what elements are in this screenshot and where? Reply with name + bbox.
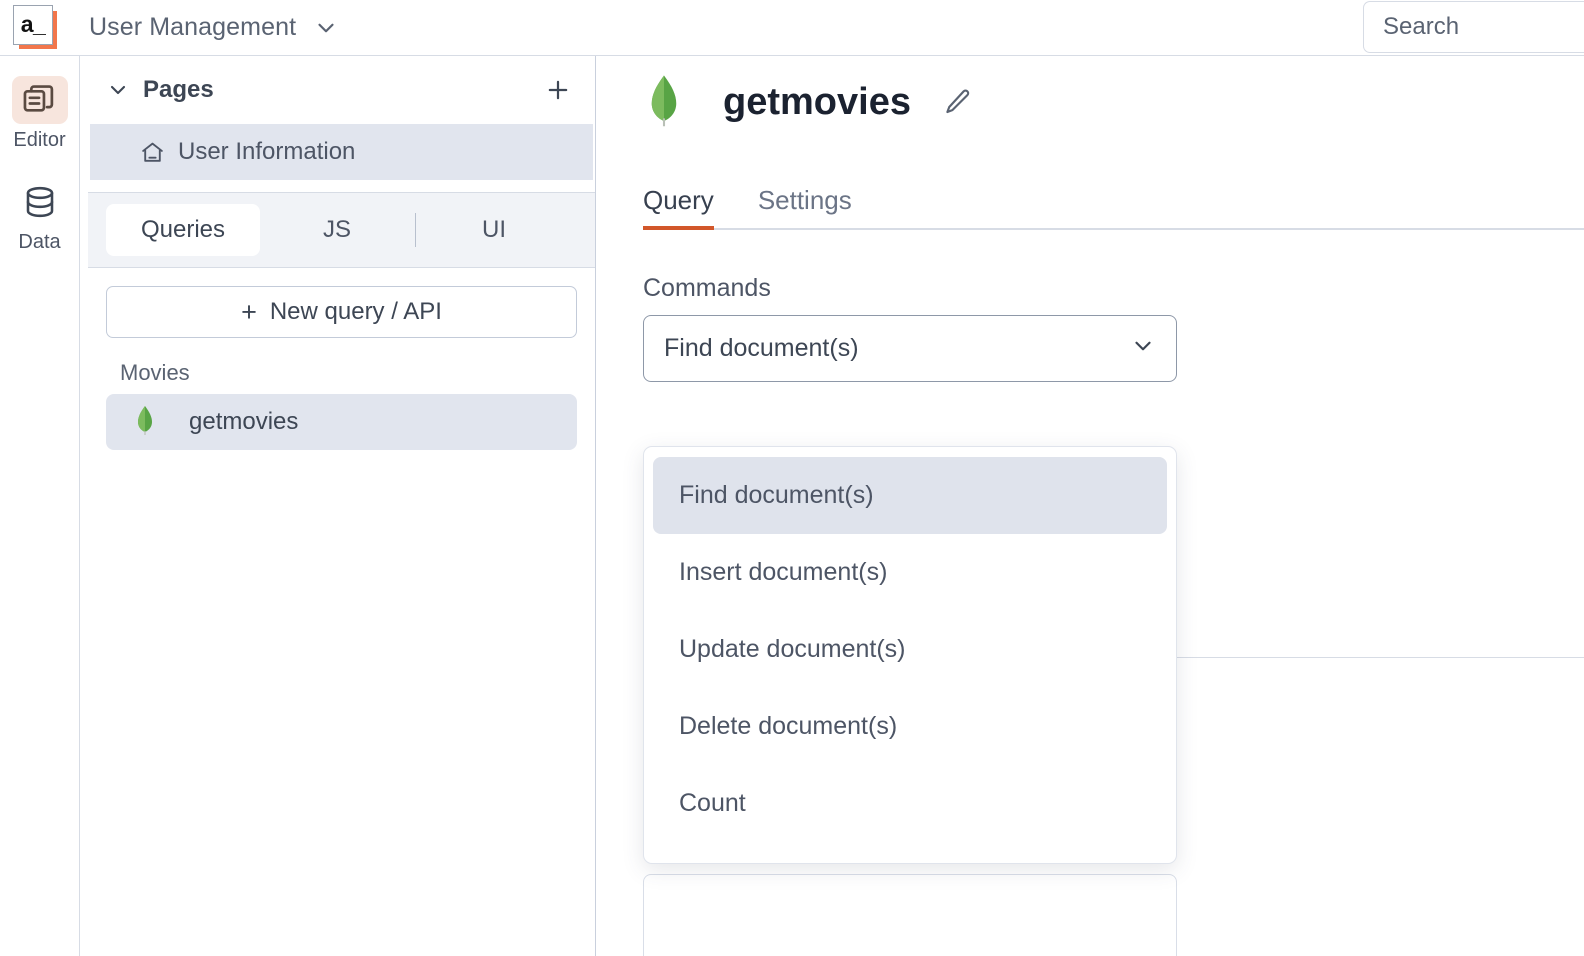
mongodb-leaf-icon [132, 405, 158, 440]
page-title: getmovies [723, 81, 911, 124]
search-placeholder: Search [1383, 13, 1459, 41]
rail-item-data[interactable]: Data [4, 178, 76, 254]
query-item-getmovies[interactable]: getmovies [106, 394, 577, 450]
database-icon [12, 178, 68, 226]
rail-label-data: Data [18, 231, 60, 254]
top-header: a_ User Management Search [0, 0, 1584, 56]
commands-dropdown: Find document(s) Insert document(s) Upda… [643, 446, 1177, 864]
tab-queries[interactable]: Queries [106, 204, 260, 256]
dropdown-option-label: Update document(s) [679, 635, 906, 664]
query-body-panel [643, 874, 1177, 956]
tab-queries-label: Queries [141, 216, 225, 244]
mongodb-leaf-icon [643, 73, 685, 132]
dropdown-option-update[interactable]: Update document(s) [653, 611, 1167, 688]
home-icon [140, 140, 165, 165]
tab-ui-label: UI [482, 216, 506, 244]
pencil-icon[interactable] [943, 87, 973, 117]
app-logo[interactable]: a_ [13, 5, 59, 51]
documents-icon [12, 76, 68, 124]
tab-ui[interactable]: UI [417, 204, 571, 256]
rail-item-editor[interactable]: Editor [4, 76, 76, 152]
logo-box: a_ [13, 5, 53, 45]
sidebar-tabbar: Queries JS UI [88, 192, 595, 268]
rail-label-editor: Editor [13, 129, 65, 152]
dropdown-option-find[interactable]: Find document(s) [653, 457, 1167, 534]
icon-rail: Editor Data [0, 56, 80, 956]
main-tabs: Query Settings [643, 172, 1584, 230]
commands-label: Commands [643, 274, 1584, 303]
dropdown-option-insert[interactable]: Insert document(s) [653, 534, 1167, 611]
tab-settings-label: Settings [758, 185, 852, 215]
tab-query-label: Query [643, 185, 714, 215]
app-title: User Management [89, 13, 296, 42]
dropdown-option-label: Find document(s) [679, 481, 874, 510]
tab-js[interactable]: JS [260, 204, 414, 256]
tab-settings[interactable]: Settings [758, 185, 852, 230]
pages-header: Pages [88, 56, 595, 124]
app-root: a_ User Management Search Editor [0, 0, 1584, 956]
sidebar-item-label: User Information [178, 138, 355, 166]
add-page-button[interactable] [543, 75, 573, 105]
query-header: getmovies [597, 56, 1584, 148]
logo-text: a_ [21, 13, 46, 36]
tab-divider [415, 213, 416, 247]
plus-icon: + [241, 299, 257, 326]
tab-query[interactable]: Query [643, 185, 714, 230]
pages-title: Pages [143, 76, 543, 104]
dropdown-option-count[interactable]: Count [653, 765, 1167, 842]
chevron-down-icon [1130, 333, 1156, 364]
commands-select[interactable]: Find document(s) [643, 315, 1177, 382]
chevron-down-icon[interactable] [106, 78, 130, 102]
search-input[interactable]: Search [1363, 1, 1584, 53]
dropdown-option-label: Insert document(s) [679, 558, 887, 587]
sidebar-item-user-information[interactable]: User Information [90, 124, 593, 180]
query-item-label: getmovies [189, 408, 298, 436]
main-area: getmovies Query Settings Commands Find d… [597, 56, 1584, 956]
chevron-down-icon[interactable] [313, 15, 339, 41]
content-divider [1177, 657, 1584, 658]
dropdown-option-label: Delete document(s) [679, 712, 897, 741]
commands-select-value: Find document(s) [664, 334, 1130, 363]
tab-js-label: JS [323, 216, 351, 244]
new-query-label: New query / API [270, 298, 442, 326]
dropdown-option-label: Count [679, 789, 746, 818]
dropdown-option-delete[interactable]: Delete document(s) [653, 688, 1167, 765]
new-query-button[interactable]: + New query / API [106, 286, 577, 338]
query-group-label: Movies [120, 360, 595, 386]
left-panel: Pages User Information Queries JS UI [88, 56, 596, 956]
